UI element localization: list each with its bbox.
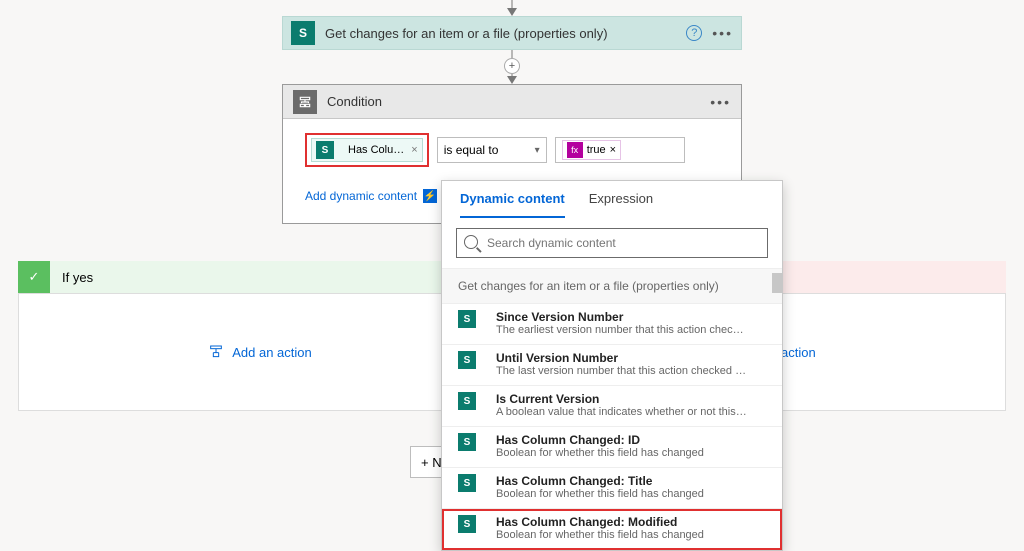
value-label: true [587,144,606,156]
dynamic-content-panel: Dynamic content Expression Get changes f… [441,180,783,551]
item-desc: Boolean for whether this field has chang… [496,488,704,500]
expression-token-true[interactable]: fx true × [562,140,621,160]
sharepoint-icon: S [458,433,476,451]
list-item[interactable]: S Has Column Changed: IDBoolean for whet… [442,427,782,468]
token-label: Has Colu… [348,144,404,156]
condition-right-operand[interactable]: fx true × [555,137,685,163]
list-item[interactable]: S Since Version NumberThe earliest versi… [442,304,782,345]
if-yes-label: If yes [62,270,93,285]
add-dynamic-content-link[interactable]: Add dynamic content ⚡ [305,189,437,203]
if-yes-branch: ✓ If yes Add an action [18,261,502,411]
add-action-yes[interactable]: Add an action [208,344,312,360]
sharepoint-icon: S [458,351,476,369]
dynamic-token-has-column[interactable]: S Has Colu… × [311,138,423,162]
scrollbar-thumb[interactable] [772,273,782,293]
sharepoint-icon: S [316,141,334,159]
condition-header[interactable]: Condition ••• [283,85,741,119]
remove-token-icon[interactable]: × [411,144,417,156]
insert-step-button[interactable]: + [504,58,520,74]
condition-more-icon[interactable]: ••• [710,94,731,110]
sharepoint-icon: S [458,310,476,328]
dynamic-content-label: Add dynamic content [305,189,417,203]
item-title: Has Column Changed: Title [496,474,704,488]
trigger-more-icon[interactable]: ••• [712,25,733,41]
item-desc: Boolean for whether this field has chang… [496,447,704,459]
item-desc: The earliest version number that this ac… [496,324,748,336]
item-title: Is Current Version [496,392,748,406]
item-title: Until Version Number [496,351,748,365]
list-item[interactable]: S Until Version NumberThe last version n… [442,345,782,386]
item-title: Has Column Changed: ID [496,433,704,447]
sharepoint-icon: S [458,392,476,410]
dynamic-list: S Since Version NumberThe earliest versi… [442,304,782,550]
item-desc: A boolean value that indicates whether o… [496,406,748,418]
remove-token-icon[interactable]: × [610,144,616,156]
help-icon[interactable]: ? [686,25,702,41]
item-title: Since Version Number [496,310,748,324]
chevron-down-icon: ▾ [535,145,540,156]
list-item[interactable]: S Is Current VersionA boolean value that… [442,386,782,427]
tab-expression[interactable]: Expression [589,191,653,218]
item-title: Has Column Changed: Modified [496,515,704,529]
operator-select[interactable]: is equal to ▾ [437,137,547,163]
if-yes-header[interactable]: ✓ If yes [18,261,502,293]
sharepoint-icon: S [291,21,315,45]
check-icon: ✓ [18,261,50,293]
search-icon [464,235,478,249]
trigger-card[interactable]: S Get changes for an item or a file (pro… [282,16,742,50]
add-action-label: Add an action [232,345,312,360]
sharepoint-icon: S [458,474,476,492]
tab-dynamic-content[interactable]: Dynamic content [460,191,565,218]
dynamic-content-icon: ⚡ [423,189,437,203]
condition-title: Condition [327,94,382,109]
condition-icon [293,90,317,114]
item-desc: The last version number that this action… [496,365,748,377]
list-item[interactable]: S Has Column Changed: TitleBoolean for w… [442,468,782,509]
fx-icon: fx [567,142,583,158]
search-input[interactable] [456,228,768,258]
sharepoint-icon: S [458,515,476,533]
operator-label: is equal to [444,143,499,157]
trigger-title: Get changes for an item or a file (prope… [325,26,686,41]
new-step-label: + N [421,455,442,470]
condition-left-operand[interactable]: S Has Colu… × [305,133,429,167]
dynamic-section-header: Get changes for an item or a file (prope… [442,268,782,304]
item-desc: Boolean for whether this field has chang… [496,529,704,541]
